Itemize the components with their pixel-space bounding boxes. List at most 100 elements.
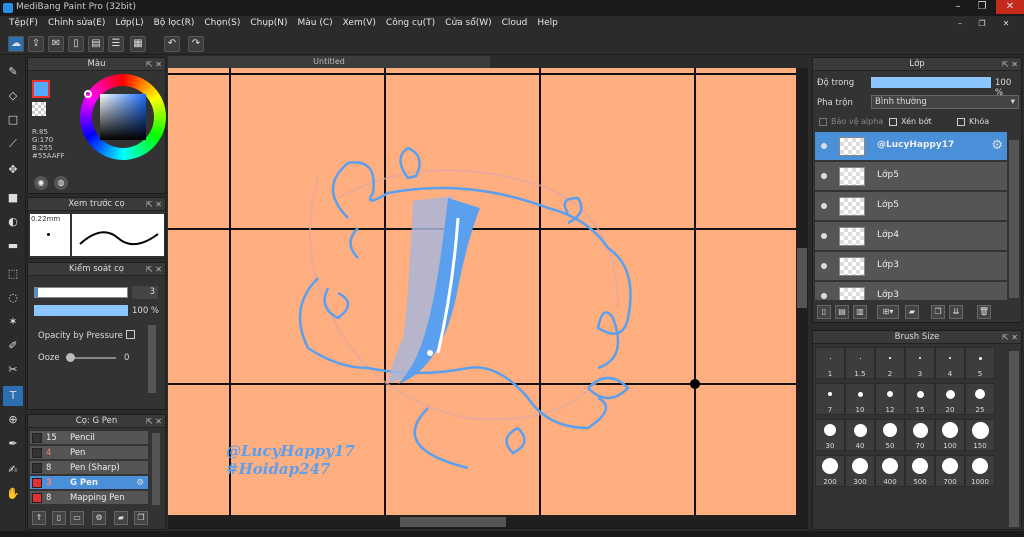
brush-folder-icon[interactable]: ▰ (114, 511, 128, 525)
visibility-eye-icon[interactable] (821, 263, 827, 269)
layer-folder-icon[interactable]: ▰ (905, 305, 919, 319)
duplicate-layer-icon[interactable]: ❐ (931, 305, 945, 319)
brush-control-scrollbar[interactable] (148, 325, 156, 393)
brush-size-option[interactable]: 3 (905, 347, 935, 379)
pen-nib-icon[interactable]: ✍ (3, 460, 23, 480)
brush-size-option[interactable]: 50 (875, 419, 905, 451)
line-tool-icon[interactable]: ⟋ (3, 134, 23, 154)
restore-button[interactable]: ❐ (970, 0, 994, 14)
menu-item-8[interactable]: Công cụ(T) (381, 16, 440, 33)
doc-close-button[interactable]: ✕ (996, 17, 1016, 31)
palette-icon[interactable]: ◉ (34, 176, 48, 190)
close-button[interactable]: ✕ (996, 0, 1024, 14)
cloud-icon[interactable]: ☁ (8, 36, 24, 52)
doc-restore-button[interactable]: ❐ (972, 17, 992, 31)
brush-size-option[interactable]: 150 (965, 419, 995, 451)
menu-item-10[interactable]: Cloud (497, 16, 533, 33)
menu-item-3[interactable]: Bộ lọc(R) (149, 16, 200, 33)
new-halftone-layer-icon[interactable]: ▤ (835, 305, 849, 319)
menu-item-5[interactable]: Chụp(N) (245, 16, 292, 33)
menu-item-0[interactable]: Tệp(F) (4, 16, 43, 33)
brush-cloud-icon[interactable]: ⇑ (32, 511, 46, 525)
move-tool-icon[interactable]: ✥ (3, 160, 23, 180)
layer-row[interactable]: Lớp5 (815, 192, 1007, 221)
layer-row[interactable]: @LucyHappy17 ⚙ (815, 132, 1007, 161)
new-layer-icon[interactable]: ▯ (817, 305, 831, 319)
canvas-horizontal-scrollbar[interactable] (168, 515, 808, 529)
menu-item-1[interactable]: Chỉnh sửa(E) (43, 16, 110, 33)
brush-size-option[interactable]: 4 (935, 347, 965, 379)
brush-size-option[interactable]: 1 (815, 347, 845, 379)
layer-row[interactable]: Lớp3 (815, 282, 1007, 300)
brush-size-option[interactable]: 10 (845, 383, 875, 415)
select-eraser-icon[interactable]: ✂ (3, 360, 23, 380)
gradient-tool-icon[interactable]: ▬ (3, 236, 23, 256)
menu-item-7[interactable]: Xem(V) (338, 16, 381, 33)
brush-size-option[interactable]: 7 (815, 383, 845, 415)
lock-checkbox[interactable] (957, 118, 965, 126)
menu-item-4[interactable]: Chọn(S) (199, 16, 245, 33)
add-layer-dropdown-icon[interactable]: ⊞▾ (877, 305, 899, 319)
opacity-pressure-checkbox[interactable] (126, 330, 135, 339)
canvas-tab[interactable]: Untitled (168, 56, 490, 68)
brush-size-option[interactable]: 40 (845, 419, 875, 451)
delete-layer-icon[interactable]: 🗑 (977, 305, 991, 319)
fill-rect-tool-icon[interactable]: ■ (3, 188, 23, 208)
select-rect-icon[interactable]: ⬚ (3, 264, 23, 284)
expand-icon[interactable]: ⇱ ✕ (1002, 58, 1018, 71)
brush-size-option[interactable]: 25 (965, 383, 995, 415)
brush-size-option[interactable]: 12 (875, 383, 905, 415)
visibility-eye-icon[interactable] (821, 203, 827, 209)
eyedropper-icon[interactable]: ✒ (3, 434, 23, 454)
layer-opacity-slider[interactable] (871, 77, 991, 88)
brush-size-option[interactable]: 500 (905, 455, 935, 487)
brush-new-icon[interactable]: ▯ (52, 511, 66, 525)
lasso-icon[interactable]: ◌ (3, 288, 23, 308)
brush-size-option[interactable]: 700 (935, 455, 965, 487)
doc-minimize-button[interactable]: – (950, 17, 970, 31)
operation-tool-icon[interactable]: ⊕ (3, 410, 23, 430)
blend-mode-select[interactable]: Bình thường ▾ (871, 95, 1019, 109)
brush-opacity-slider[interactable] (34, 305, 128, 316)
brush-size-option[interactable]: 400 (875, 455, 905, 487)
brush-size-option[interactable]: 200 (815, 455, 845, 487)
brush-item[interactable]: 8 Pen (Sharp) (30, 461, 148, 475)
merge-layer-icon[interactable]: ⇊ (949, 305, 963, 319)
expand-icon[interactable]: ⇱ ✕ (146, 198, 162, 211)
layer-row[interactable]: Lớp4 (815, 222, 1007, 251)
menu-item-9[interactable]: Cửa sổ(W) (440, 16, 496, 33)
new-8bit-layer-icon[interactable]: ▥ (853, 305, 867, 319)
comment-icon[interactable]: ✉ (48, 36, 64, 52)
bucket-tool-icon[interactable]: ◐ (3, 212, 23, 232)
redo-icon[interactable]: ↷ (188, 36, 204, 52)
brush-item[interactable]: 4 Pen (30, 446, 148, 460)
protect-alpha-checkbox[interactable] (819, 118, 827, 126)
magic-wand-icon[interactable]: ✶ (3, 312, 23, 332)
layer-settings-gear-icon[interactable]: ⚙ (991, 138, 1003, 153)
grid-icon[interactable]: ▦ (130, 36, 146, 52)
select-pen-icon[interactable]: ✐ (3, 336, 23, 356)
minimize-button[interactable]: – (946, 0, 970, 14)
palette-edit-icon[interactable]: ◍ (54, 176, 68, 190)
brush-item[interactable]: 15 Pencil (30, 431, 148, 445)
layer-row[interactable]: Lớp3 (815, 252, 1007, 281)
brush-size-option[interactable]: 2 (875, 347, 905, 379)
expand-icon[interactable]: ⇱ ✕ (146, 415, 162, 428)
menu-item-6[interactable]: Màu (C) (293, 16, 338, 33)
undo-icon[interactable]: ↶ (164, 36, 180, 52)
visibility-eye-icon[interactable] (821, 173, 827, 179)
share-icon[interactable]: ⇪ (28, 36, 44, 52)
brush-size-scrollbar[interactable] (1009, 351, 1019, 527)
visibility-eye-icon[interactable] (821, 293, 827, 299)
eraser-tool-icon[interactable]: ◇ (3, 86, 23, 106)
ooze-slider[interactable] (66, 353, 116, 362)
drawing-canvas[interactable]: @LucyHappy17 #Hoidap247 (168, 68, 796, 515)
layer-list-scrollbar[interactable] (1009, 140, 1019, 298)
brush-size-option[interactable]: 20 (935, 383, 965, 415)
brush-list-scrollbar[interactable] (152, 433, 160, 505)
brush-size-option[interactable]: 100 (935, 419, 965, 451)
text-tool-icon[interactable]: T (3, 386, 23, 406)
expand-icon[interactable]: ⇱ ✕ (146, 263, 162, 276)
brush-size-value[interactable]: 3 (132, 286, 158, 299)
new-document-icon[interactable]: ▯ (68, 36, 84, 52)
